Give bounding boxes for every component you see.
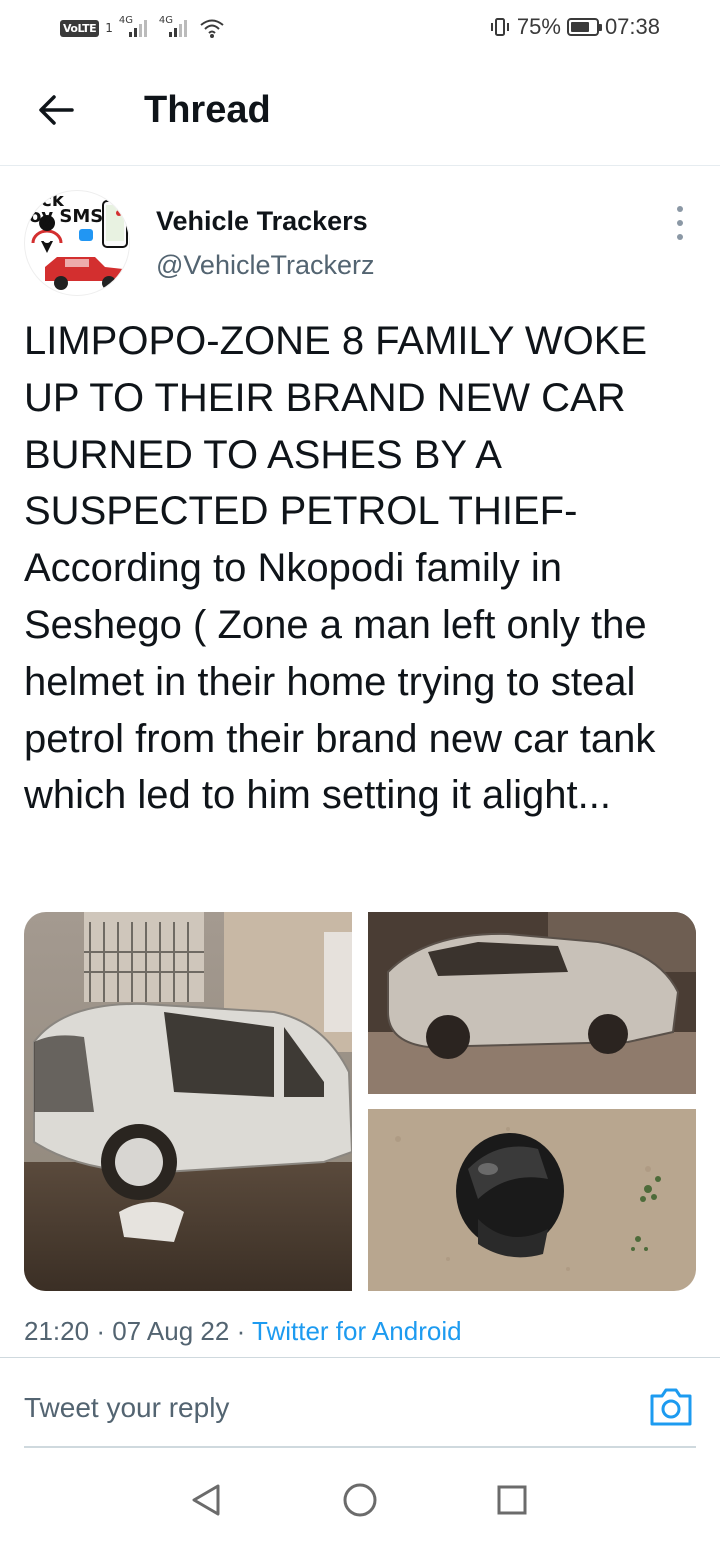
divider	[24, 1446, 696, 1448]
tweet-text: LIMPOPO-ZONE 8 FAMILY WOKE UP TO THEIR B…	[24, 319, 656, 818]
status-left: VoLTE 1 4G 4G	[60, 14, 225, 42]
helmet-photo[interactable]	[368, 1109, 696, 1291]
more-vertical-icon	[677, 206, 683, 212]
camera-icon[interactable]	[648, 1386, 694, 1428]
sim-number: 1	[105, 21, 113, 35]
system-nav-bar	[0, 1462, 720, 1541]
tweet-date: 07 Aug 22	[112, 1316, 230, 1346]
arrow-left-icon	[39, 95, 74, 125]
signal-icon: 4G	[119, 15, 153, 39]
nav-recents-icon	[497, 1485, 527, 1515]
burned-car-photo[interactable]	[24, 912, 352, 1291]
meta-separator: ·	[236, 1316, 246, 1346]
nav-back-button[interactable]	[184, 1478, 228, 1522]
nav-recents-button[interactable]	[490, 1478, 534, 1522]
vibrate-icon	[490, 18, 509, 36]
page-title: Thread	[144, 89, 271, 131]
meta-separator: ·	[96, 1316, 105, 1346]
nav-home-icon	[343, 1483, 377, 1517]
status-bar: VoLTE 1 4G 4G 75% 07:38	[0, 0, 720, 56]
reply-input[interactable]	[24, 1392, 584, 1424]
user-handle[interactable]: @VehicleTrackerz	[156, 250, 374, 281]
nav-back-icon	[192, 1484, 220, 1516]
tweet-meta: 21:20 · 07 Aug 22 · Twitter for Android	[24, 1316, 462, 1347]
tweet-source-link[interactable]: Twitter for Android	[252, 1316, 462, 1346]
nav-home-button[interactable]	[338, 1478, 382, 1522]
burned-car-night-photo[interactable]	[368, 912, 696, 1094]
back-button[interactable]	[34, 88, 78, 132]
wifi-icon	[200, 19, 224, 38]
avatar[interactable]: ack oy SMS	[24, 190, 130, 296]
signal-icon: 4G	[159, 15, 193, 39]
volte-badge: VoLTE	[60, 19, 100, 37]
avatar-text: ack oy SMS	[29, 190, 104, 227]
more-options-button[interactable]	[668, 206, 692, 240]
status-right: 75% 07:38	[489, 12, 660, 42]
display-name[interactable]: Vehicle Trackers	[156, 206, 368, 237]
battery-icon	[566, 18, 602, 36]
tweet-time: 21:20	[24, 1316, 90, 1346]
battery-percent: 75%	[516, 14, 561, 39]
reply-bar	[0, 1357, 720, 1448]
thread-header: Thread	[0, 56, 720, 166]
clock: 07:38	[604, 14, 660, 39]
tweet-media-grid	[24, 912, 696, 1291]
